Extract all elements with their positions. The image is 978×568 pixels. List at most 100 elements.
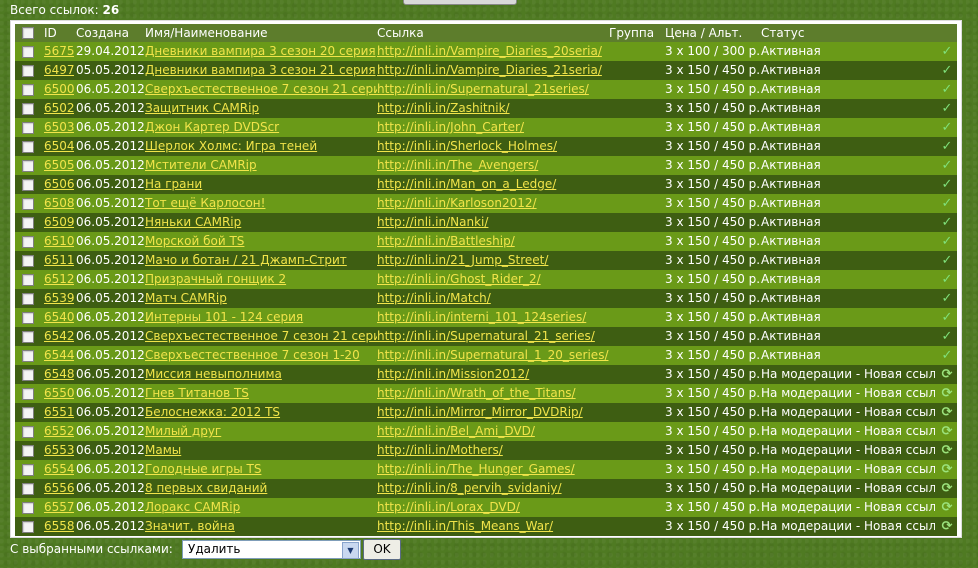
row-url-link[interactable]: http://inli.in/John_Carter/	[377, 120, 524, 134]
row-checkbox[interactable]	[22, 274, 34, 286]
column-header-created[interactable]: Создана	[76, 24, 146, 42]
row-checkbox[interactable]	[22, 179, 34, 191]
chevron-down-icon[interactable]: ▼	[342, 542, 359, 559]
column-header-price[interactable]: Цена / Альт.	[665, 24, 759, 42]
row-name-link[interactable]: Белоснежка: 2012 TS	[145, 405, 280, 419]
row-name-link[interactable]: Защитник CAMRip	[145, 101, 259, 115]
row-id-link[interactable]: 6542	[44, 329, 74, 343]
row-url-link[interactable]: http://inli.in/8_pervih_svidaniy/	[377, 481, 562, 495]
row-id-link[interactable]: 6511	[44, 253, 74, 267]
row-url-link[interactable]: http://inli.in/interni_101_124series/	[377, 310, 586, 324]
row-url-link[interactable]: http://inli.in/Karloson2012/	[377, 196, 537, 210]
row-id-link[interactable]: 6512	[44, 272, 74, 286]
row-url-link[interactable]: http://inli.in/21_Jump_Street/	[377, 253, 548, 267]
row-id-link[interactable]: 6558	[44, 519, 74, 533]
row-name-link[interactable]: Шерлок Холмс: Игра теней	[145, 139, 317, 153]
column-header-name[interactable]: Имя/Наименование	[145, 24, 377, 42]
row-id-link[interactable]: 6505	[44, 158, 74, 172]
row-name-link[interactable]: Лоракс CAMRip	[145, 500, 240, 514]
row-id-link[interactable]: 6509	[44, 215, 74, 229]
row-id-link[interactable]: 6539	[44, 291, 74, 305]
row-name-link[interactable]: Мстители CAMRip	[145, 158, 257, 172]
row-url-link[interactable]: http://inli.in/Nanki/	[377, 215, 488, 229]
row-url-link[interactable]: http://inli.in/Wrath_of_the_Titans/	[377, 386, 576, 400]
row-name-link[interactable]: Сверхъестественное 7 сезон 21 серия	[145, 329, 377, 343]
row-id-link[interactable]: 6551	[44, 405, 74, 419]
row-checkbox[interactable]	[22, 388, 34, 400]
row-checkbox[interactable]	[22, 502, 34, 514]
row-id-link[interactable]: 6508	[44, 196, 74, 210]
row-checkbox[interactable]	[22, 46, 34, 58]
row-name-link[interactable]: Интерны 101 - 124 серия	[145, 310, 303, 324]
column-header-status[interactable]: Статус	[761, 24, 935, 42]
row-url-link[interactable]: http://inli.in/Man_on_a_Ledge/	[377, 177, 556, 191]
row-id-link[interactable]: 6497	[44, 63, 74, 77]
row-name-link[interactable]: Дневники вампира 3 сезон 20 серия	[145, 44, 376, 58]
column-header-id[interactable]: ID	[44, 24, 74, 42]
row-url-link[interactable]: http://inli.in/Sherlock_Holmes/	[377, 139, 557, 153]
bulk-action-select[interactable]: Удалить ▼	[182, 540, 361, 559]
row-id-link[interactable]: 6548	[44, 367, 74, 381]
row-checkbox[interactable]	[22, 350, 34, 362]
row-checkbox[interactable]	[22, 217, 34, 229]
row-url-link[interactable]: http://inli.in/Vampire_Diaries_21seria/	[377, 63, 602, 77]
row-url-link[interactable]: http://inli.in/Zashitnik/	[377, 101, 510, 115]
row-name-link[interactable]: Мамы	[145, 443, 181, 457]
row-name-link[interactable]: Тот ещё Карлосон!	[145, 196, 265, 210]
row-checkbox[interactable]	[22, 141, 34, 153]
row-checkbox[interactable]	[22, 445, 34, 457]
row-url-link[interactable]: http://inli.in/Mirror_Mirror_DVDRip/	[377, 405, 583, 419]
row-name-link[interactable]: Призрачный гонщик 2	[145, 272, 286, 286]
column-header-link[interactable]: Ссылка	[377, 24, 609, 42]
row-checkbox[interactable]	[22, 426, 34, 438]
row-name-link[interactable]: Значит, война	[145, 519, 235, 533]
row-id-link[interactable]: 6553	[44, 443, 74, 457]
row-checkbox[interactable]	[22, 122, 34, 134]
row-checkbox[interactable]	[22, 84, 34, 96]
row-id-link[interactable]: 6557	[44, 500, 74, 514]
row-url-link[interactable]: http://inli.in/Bel_Ami_DVD/	[377, 424, 535, 438]
row-name-link[interactable]: Няньки CAMRip	[145, 215, 241, 229]
row-id-link[interactable]: 6506	[44, 177, 74, 191]
row-url-link[interactable]: http://inli.in/Supernatural_1_20_series/	[377, 348, 609, 362]
row-url-link[interactable]: http://inli.in/Ghost_Rider_2/	[377, 272, 541, 286]
row-url-link[interactable]: http://inli.in/Supernatural_21series/	[377, 82, 589, 96]
row-id-link[interactable]: 6504	[44, 139, 74, 153]
row-url-link[interactable]: http://inli.in/The_Avengers/	[377, 158, 538, 172]
row-id-link[interactable]: 6552	[44, 424, 74, 438]
row-id-link[interactable]: 6510	[44, 234, 74, 248]
row-name-link[interactable]: Мачо и ботан / 21 Джамп-Стрит	[145, 253, 347, 267]
row-id-link[interactable]: 6503	[44, 120, 74, 134]
row-name-link[interactable]: Дневники вампира 3 сезон 21 серия	[145, 63, 376, 77]
select-all-checkbox[interactable]	[22, 27, 34, 39]
row-url-link[interactable]: http://inli.in/The_Hunger_Games/	[377, 462, 575, 476]
row-url-link[interactable]: http://inli.in/Match/	[377, 291, 491, 305]
row-checkbox[interactable]	[22, 255, 34, 267]
row-id-link[interactable]: 6544	[44, 348, 74, 362]
row-checkbox[interactable]	[22, 483, 34, 495]
row-checkbox[interactable]	[22, 464, 34, 476]
row-name-link[interactable]: Морской бой TS	[145, 234, 244, 248]
row-id-link[interactable]: 6540	[44, 310, 74, 324]
row-name-link[interactable]: Сверхъестественное 7 сезон 21 серия	[145, 82, 377, 96]
row-name-link[interactable]: Гнев Титанов TS	[145, 386, 249, 400]
row-url-link[interactable]: http://inli.in/Mothers/	[377, 443, 503, 457]
ok-button[interactable]: OK	[363, 539, 401, 560]
row-url-link[interactable]: http://inli.in/Supernatural_21_series/	[377, 329, 595, 343]
row-id-link[interactable]: 5675	[44, 44, 74, 58]
row-checkbox[interactable]	[22, 160, 34, 172]
row-checkbox[interactable]	[22, 65, 34, 77]
row-checkbox[interactable]	[22, 407, 34, 419]
row-url-link[interactable]: http://inli.in/Battleship/	[377, 234, 515, 248]
row-checkbox[interactable]	[22, 312, 34, 324]
row-id-link[interactable]: 6502	[44, 101, 74, 115]
row-url-link[interactable]: http://inli.in/This_Means_War/	[377, 519, 553, 533]
row-checkbox[interactable]	[22, 103, 34, 115]
row-checkbox[interactable]	[22, 198, 34, 210]
row-checkbox[interactable]	[22, 331, 34, 343]
row-name-link[interactable]: Джон Картер DVDScr	[145, 120, 279, 134]
row-name-link[interactable]: Матч CAMRip	[145, 291, 227, 305]
row-name-link[interactable]: На грани	[145, 177, 202, 191]
row-url-link[interactable]: http://inli.in/Vampire_Diaries_20seria/	[377, 44, 602, 58]
row-name-link[interactable]: 8 первых свиданий	[145, 481, 267, 495]
